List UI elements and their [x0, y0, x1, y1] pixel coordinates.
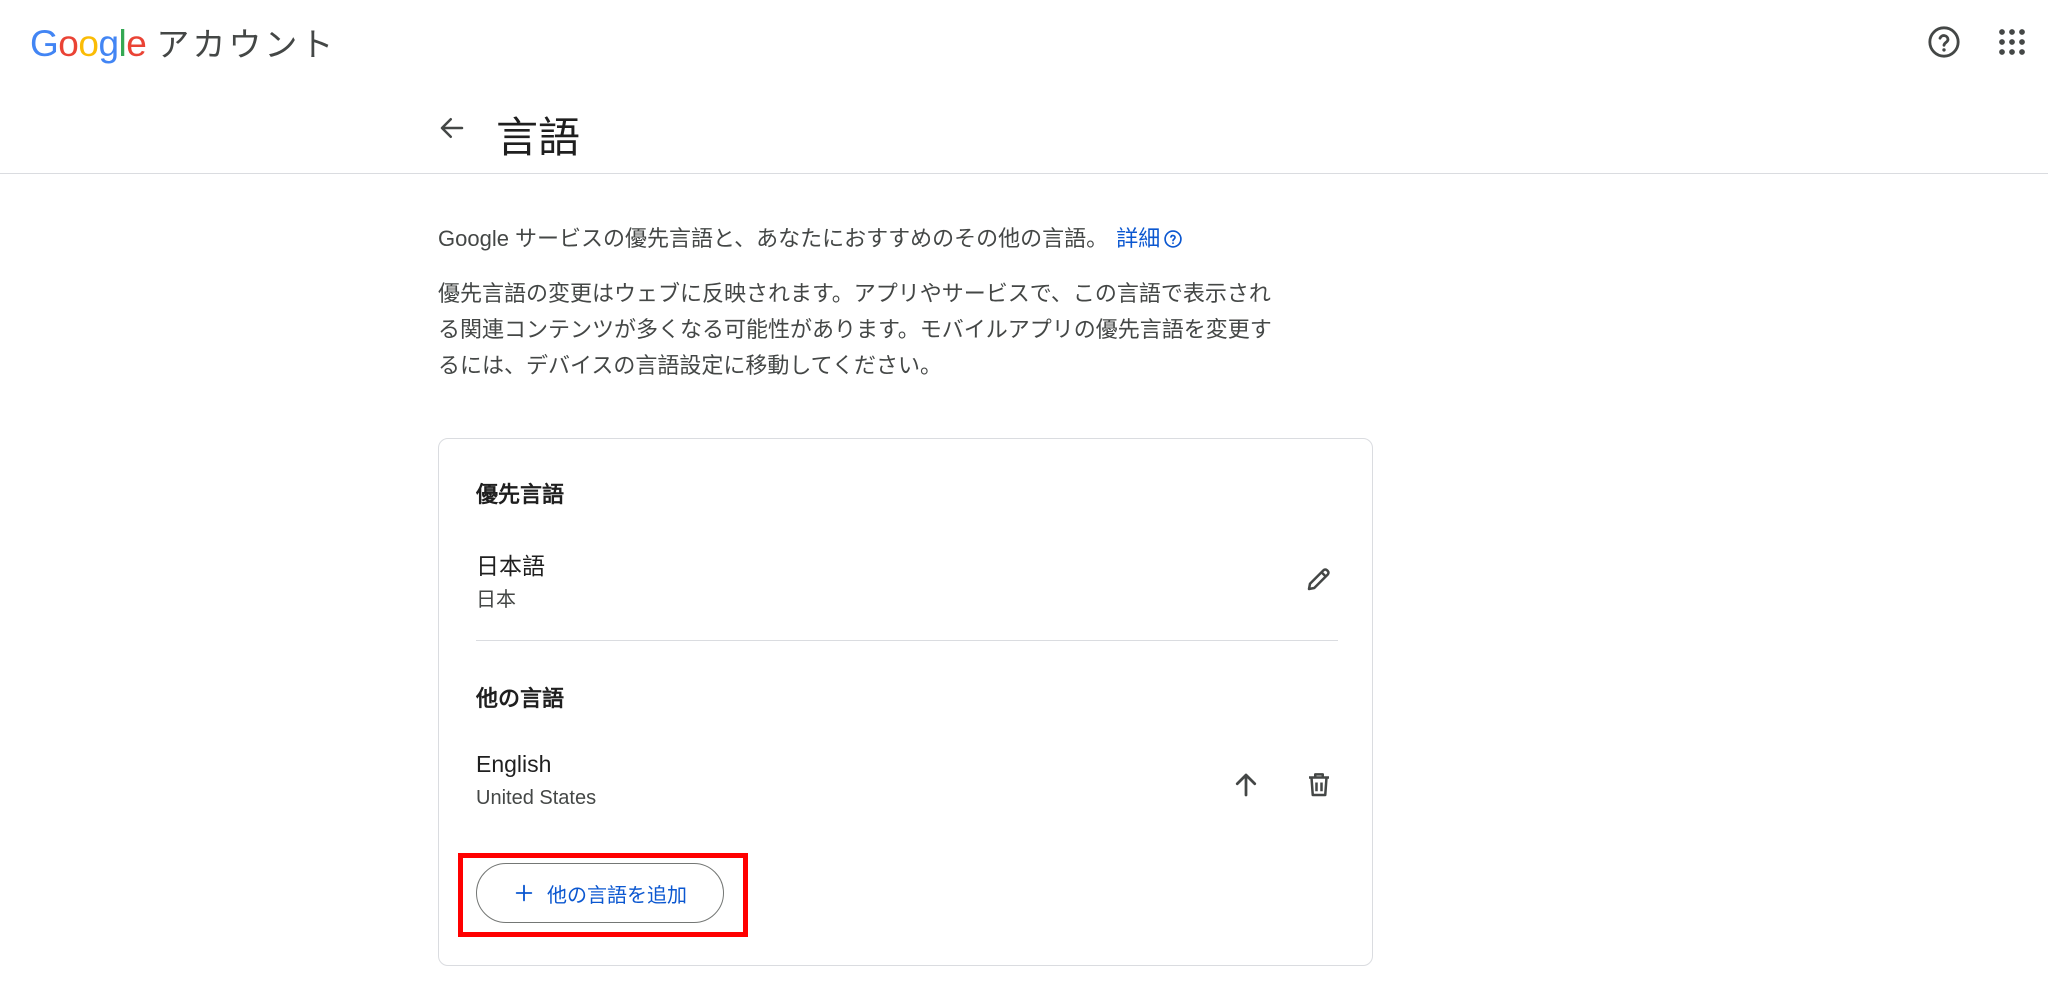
top-bar: Google アカウント — [0, 0, 2048, 84]
edit-pencil-icon[interactable] — [1297, 557, 1341, 601]
product-name: アカウント — [156, 26, 337, 63]
google-account-logo[interactable]: Google アカウント — [30, 18, 336, 66]
description-text: 優先言語の変更はウェブに反映されます。アプリやサービスで、この言語で表示される関… — [438, 281, 1272, 378]
section-divider — [476, 640, 1338, 641]
preferred-language-region: 日本 — [476, 589, 516, 611]
page-header: 言語 — [0, 84, 2048, 174]
main-content: Google サービスの優先言語と、あなたにおすすめのその他の言語。 詳細 優先言… — [438, 220, 1374, 384]
delete-trash-icon[interactable] — [1297, 763, 1341, 807]
google-wordmark: Google — [30, 23, 147, 64]
other-language-name: English — [476, 751, 552, 777]
preferred-language-name: 日本語 — [476, 553, 545, 579]
other-language-row: English United States — [476, 751, 1338, 819]
learn-more-link[interactable]: 詳細 — [1116, 220, 1183, 258]
apps-grid-icon[interactable] — [1990, 20, 2034, 64]
help-icon[interactable] — [1922, 20, 1966, 64]
add-language-label: 他の言語を追加 — [547, 884, 687, 907]
other-language-region: United States — [476, 787, 597, 809]
add-language-button[interactable]: 他の言語を追加 — [476, 863, 724, 923]
move-up-arrow-icon[interactable] — [1224, 763, 1268, 807]
back-arrow-icon[interactable] — [432, 108, 472, 148]
page-title: 言語 — [496, 114, 581, 161]
intro-sentence: Google サービスの優先言語と、あなたにおすすめのその他の言語。 — [438, 226, 1109, 251]
learn-more-label: 詳細 — [1116, 226, 1161, 251]
plus-icon — [515, 884, 533, 902]
language-card: 優先言語 日本語 日本 他の言語 English United States 他… — [438, 438, 1373, 966]
preferred-language-row: 日本語 日本 — [476, 547, 1338, 615]
other-languages-heading: 他の言語 — [476, 686, 565, 711]
help-circle-icon — [1164, 230, 1182, 248]
intro-text: Google サービスの優先言語と、あなたにおすすめのその他の言語。 詳細 — [438, 220, 1374, 258]
preferred-language-heading: 優先言語 — [476, 482, 565, 507]
